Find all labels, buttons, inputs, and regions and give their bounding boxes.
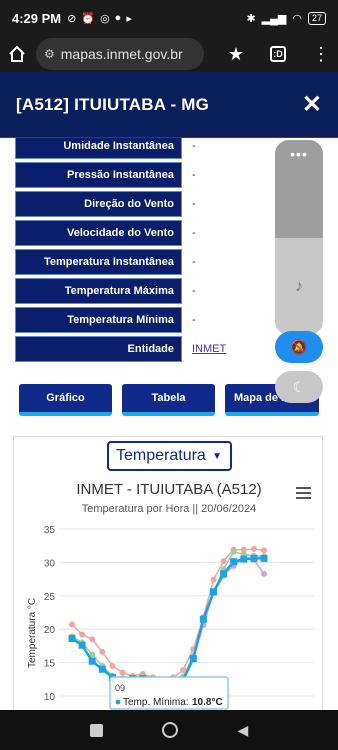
back-icon[interactable]: ◀ — [238, 722, 249, 739]
chart-title: INMET - ITUIUTABA (A512) — [76, 481, 262, 498]
system-icons: ✱ ▂▄▆ ◠ 27 — [246, 11, 326, 25]
info-value-temp-instantanea: - — [192, 256, 196, 268]
data-point[interactable] — [89, 636, 96, 643]
mute-notification-icon[interactable]: 🔕 — [275, 331, 323, 363]
info-label-temp-minima: Temperatura Mínima — [15, 307, 182, 333]
tooltip-value: 10.8°C — [192, 697, 223, 708]
data-point[interactable] — [69, 621, 75, 628]
modal-header: [A512] ITUIUTABA - MG ✕ — [0, 72, 338, 138]
data-point[interactable] — [98, 665, 106, 673]
battery-icon: 27 — [307, 11, 326, 25]
volume-panel[interactable]: ••• ♪ — [275, 140, 323, 335]
mute-icon: ⊘ — [67, 12, 77, 25]
y-tick-label: 15 — [44, 659, 56, 670]
status-bar: 4:29 PM ⊘ ⏰ ◎ ● ▸ ✱ ▂▄▆ ◠ 27 — [0, 0, 338, 36]
data-point[interactable] — [250, 546, 257, 553]
y-tick-label: 30 — [44, 558, 56, 569]
info-value-direcao-vento: - — [192, 198, 196, 210]
data-point[interactable] — [119, 669, 126, 676]
info-value-temp-minima: - — [192, 314, 196, 326]
temperature-chart: Temperatura °C 35 30 25 20 15 10 09 Temp. Mín… — [27, 525, 314, 710]
close-icon[interactable]: ✕ — [302, 90, 322, 119]
notification-icons: ⊘ ⏰ ◎ ● ▸ — [67, 12, 132, 25]
grafico-button[interactable]: Gráfico — [19, 384, 112, 416]
info-label-temp-instantanea: Temperatura Instantânea — [15, 249, 182, 275]
info-label-umidade: Umidade Instantânea — [15, 138, 182, 159]
tabela-button[interactable]: Tabela — [122, 384, 215, 416]
data-point[interactable] — [261, 547, 267, 554]
wifi-icon: ◠ — [292, 12, 302, 25]
info-value-pressao: - — [192, 169, 196, 181]
data-point[interactable] — [88, 657, 96, 665]
bluetooth-icon: ✱ — [246, 12, 256, 25]
clock: 4:29 PM — [12, 10, 62, 26]
data-point[interactable] — [210, 576, 217, 583]
chart-card: Temperatura ▼ INMET - ITUIUTABA (A512) T… — [13, 436, 323, 710]
data-point[interactable] — [99, 648, 106, 655]
station-title: [A512] ITUIUTABA - MG — [16, 94, 210, 114]
data-point[interactable] — [230, 558, 238, 566]
info-value-velocidade-vento: - — [192, 227, 196, 239]
home-icon[interactable] — [8, 45, 26, 63]
variable-select[interactable]: Temperatura ▼ — [107, 441, 232, 471]
recents-icon[interactable] — [89, 723, 103, 737]
data-point[interactable] — [260, 554, 268, 562]
info-label-velocidade-vento: Velocidade do Vento — [15, 220, 182, 246]
info-label-pressao: Pressão Instantânea — [15, 162, 182, 188]
app-icon: ● — [114, 11, 122, 24]
dark-mode-moon-icon[interactable]: ☾ — [275, 371, 323, 403]
url-text: mapas.inmet.gov.br — [60, 46, 183, 62]
tooltip-time: 09 — [115, 683, 125, 693]
home-nav-icon[interactable] — [162, 722, 179, 738]
data-point[interactable] — [220, 558, 227, 565]
chevron-down-icon: ▼ — [212, 450, 222, 462]
y-tick-label: 20 — [44, 625, 56, 636]
signal-icon: ▂▄▆ — [261, 12, 287, 25]
data-point[interactable] — [230, 548, 237, 555]
data-point[interactable] — [261, 570, 267, 577]
info-value-umidade: - — [192, 140, 196, 152]
bookmark-star-icon[interactable]: ★ — [228, 44, 244, 65]
info-label-direcao-vento: Direção do Vento — [15, 191, 182, 217]
alarm-icon: ⏰ — [81, 12, 96, 25]
data-point[interactable] — [199, 615, 207, 623]
data-point[interactable] — [250, 554, 258, 562]
y-tick-label: 25 — [44, 592, 56, 603]
data-point[interactable] — [79, 631, 86, 638]
y-axis-label: Temperatura °C — [27, 598, 38, 668]
info-label-entidade: Entidade — [15, 336, 182, 362]
info-label-temp-maxima: Temperatura Máxima — [15, 278, 182, 304]
data-point[interactable] — [209, 588, 217, 596]
menu-kebab-icon[interactable]: ⋮ — [312, 44, 330, 65]
url-field[interactable]: ⚙ mapas.inmet.gov.br — [36, 38, 204, 70]
data-point[interactable] — [109, 662, 116, 669]
android-nav-bar: ◀ — [0, 710, 338, 750]
music-note-icon: ♪ — [295, 277, 303, 295]
data-point[interactable] — [240, 555, 248, 563]
tooltip-series: Temp. Mínima: — [123, 697, 189, 708]
chart-subtitle: Temperatura por Hora || 20/06/2024 — [81, 503, 257, 515]
entidade-link[interactable]: INMET — [192, 336, 226, 362]
play-icon: ▸ — [126, 12, 132, 25]
series-line-0 — [71, 548, 265, 682]
data-point[interactable] — [220, 570, 228, 578]
whatsapp-icon: ◎ — [100, 12, 110, 25]
variable-select-value: Temperatura — [116, 447, 206, 464]
y-tick-label: 35 — [44, 525, 56, 536]
data-point[interactable] — [68, 635, 76, 643]
y-tick-label: 10 — [44, 692, 56, 703]
site-settings-icon[interactable]: ⚙ — [44, 47, 55, 61]
data-point[interactable] — [78, 641, 86, 649]
data-point[interactable] — [189, 655, 197, 663]
tab-switcher-button[interactable]: :D — [270, 46, 286, 62]
volume-more-icon[interactable]: ••• — [275, 140, 323, 238]
info-value-temp-maxima: - — [192, 285, 196, 297]
browser-toolbar: ⚙ mapas.inmet.gov.br ★ :D ⋮ — [0, 36, 338, 72]
